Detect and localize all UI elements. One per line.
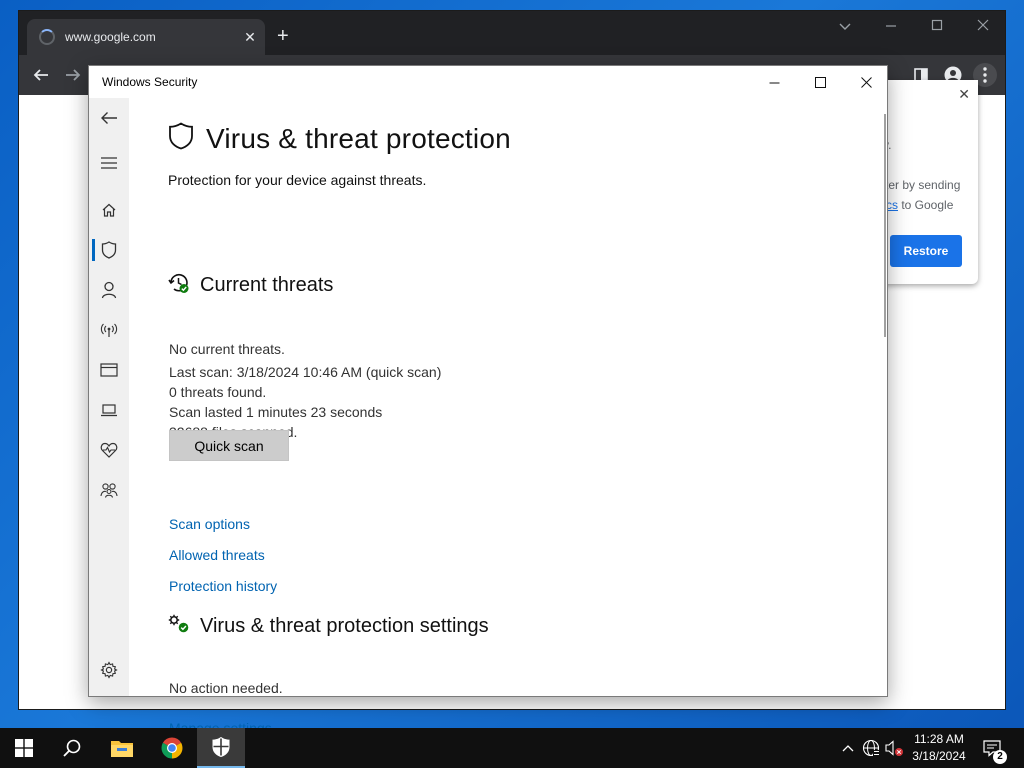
popup-text-fragment: ter by sending bbox=[885, 178, 961, 192]
volume-muted-icon[interactable] bbox=[884, 738, 904, 758]
file-explorer-icon[interactable] bbox=[98, 728, 146, 768]
forward-arrow-icon[interactable] bbox=[61, 63, 85, 87]
content-scrollbar[interactable] bbox=[884, 114, 886, 337]
windows-security-window: Windows Security Virus & threat protecti… bbox=[88, 65, 888, 736]
taskbar-clock[interactable]: 11:28 AM 3/18/2024 bbox=[906, 731, 972, 765]
chrome-maximize-icon[interactable] bbox=[927, 19, 947, 34]
threat-status-text: No current threats. bbox=[169, 341, 285, 357]
page-subtitle: Protection for your device against threa… bbox=[168, 172, 427, 188]
loading-spinner-icon bbox=[39, 29, 55, 45]
scan-options-link[interactable]: Scan options bbox=[169, 516, 250, 532]
allowed-threats-link[interactable]: Allowed threats bbox=[169, 547, 265, 563]
current-threats-title: Current threats bbox=[200, 274, 334, 296]
scan-history-icon bbox=[168, 272, 190, 299]
protection-history-link[interactable]: Protection history bbox=[169, 578, 277, 594]
main-content: Virus & threat protection Protection for… bbox=[168, 98, 868, 736]
popup-close-icon[interactable]: ✕ bbox=[958, 86, 970, 103]
settings-gear-icon[interactable] bbox=[89, 656, 129, 684]
tab-search-icon[interactable] bbox=[835, 19, 855, 34]
restore-button[interactable]: Restore bbox=[890, 235, 962, 267]
last-scan-text: Last scan: 3/18/2024 10:46 AM (quick sca… bbox=[169, 364, 442, 380]
device-health-icon[interactable] bbox=[89, 436, 129, 464]
quick-scan-button[interactable]: Quick scan bbox=[169, 430, 289, 461]
settings-status-text: No action needed. bbox=[169, 680, 283, 696]
minimize-icon[interactable] bbox=[751, 66, 797, 98]
taskbar: 11:28 AM 3/18/2024 bbox=[0, 728, 1024, 768]
windows-security-taskbar-icon[interactable] bbox=[197, 728, 245, 768]
app-browser-control-icon[interactable] bbox=[89, 356, 129, 384]
back-icon[interactable] bbox=[89, 104, 129, 132]
tab-close-icon[interactable]: ✕ bbox=[235, 29, 265, 46]
navigation-sidebar bbox=[89, 98, 129, 696]
popup-text-fragment: cs to Google bbox=[886, 198, 954, 212]
protection-settings-title: Virus & threat protection settings bbox=[200, 615, 489, 637]
page-title: Virus & threat protection bbox=[206, 122, 511, 154]
home-icon[interactable] bbox=[89, 196, 129, 224]
window-titlebar: Windows Security bbox=[89, 66, 887, 98]
settings-gears-icon bbox=[168, 614, 190, 639]
firewall-network-icon[interactable] bbox=[89, 316, 129, 344]
close-icon[interactable] bbox=[843, 66, 889, 98]
shield-icon bbox=[168, 122, 194, 155]
browser-tab[interactable]: www.google.com ✕ bbox=[27, 19, 265, 55]
page-header: Virus & threat protection bbox=[168, 122, 511, 155]
current-threats-header: Current threats bbox=[168, 272, 333, 299]
clock-date: 3/18/2024 bbox=[912, 749, 966, 763]
protection-settings-header: Virus & threat protection settings bbox=[168, 614, 489, 639]
new-tab-button[interactable]: + bbox=[277, 25, 289, 47]
start-windows-icon[interactable] bbox=[0, 728, 48, 768]
clock-time: 11:28 AM bbox=[914, 732, 964, 746]
hamburger-menu-icon[interactable] bbox=[89, 149, 129, 177]
back-arrow-icon[interactable] bbox=[29, 63, 53, 87]
chrome-tab-strip: www.google.com ✕ + bbox=[19, 11, 1005, 55]
network-globe-icon[interactable] bbox=[861, 738, 881, 758]
maximize-icon[interactable] bbox=[797, 66, 843, 98]
window-title: Windows Security bbox=[102, 75, 198, 89]
chrome-minimize-icon[interactable] bbox=[881, 19, 901, 34]
family-options-icon[interactable] bbox=[89, 476, 129, 504]
device-security-icon[interactable] bbox=[89, 396, 129, 424]
scan-duration-text: Scan lasted 1 minutes 23 seconds bbox=[169, 404, 383, 420]
chrome-taskbar-icon[interactable] bbox=[148, 728, 196, 768]
show-hidden-icons-icon[interactable] bbox=[838, 738, 858, 758]
chrome-close-icon[interactable] bbox=[973, 19, 993, 34]
search-icon[interactable] bbox=[48, 728, 96, 768]
account-protection-icon[interactable] bbox=[89, 276, 129, 304]
threats-found-text: 0 threats found. bbox=[169, 384, 267, 400]
virus-protection-shield-icon[interactable] bbox=[89, 236, 129, 264]
tab-title: www.google.com bbox=[65, 30, 156, 44]
notification-count-badge: 2 bbox=[993, 750, 1007, 764]
